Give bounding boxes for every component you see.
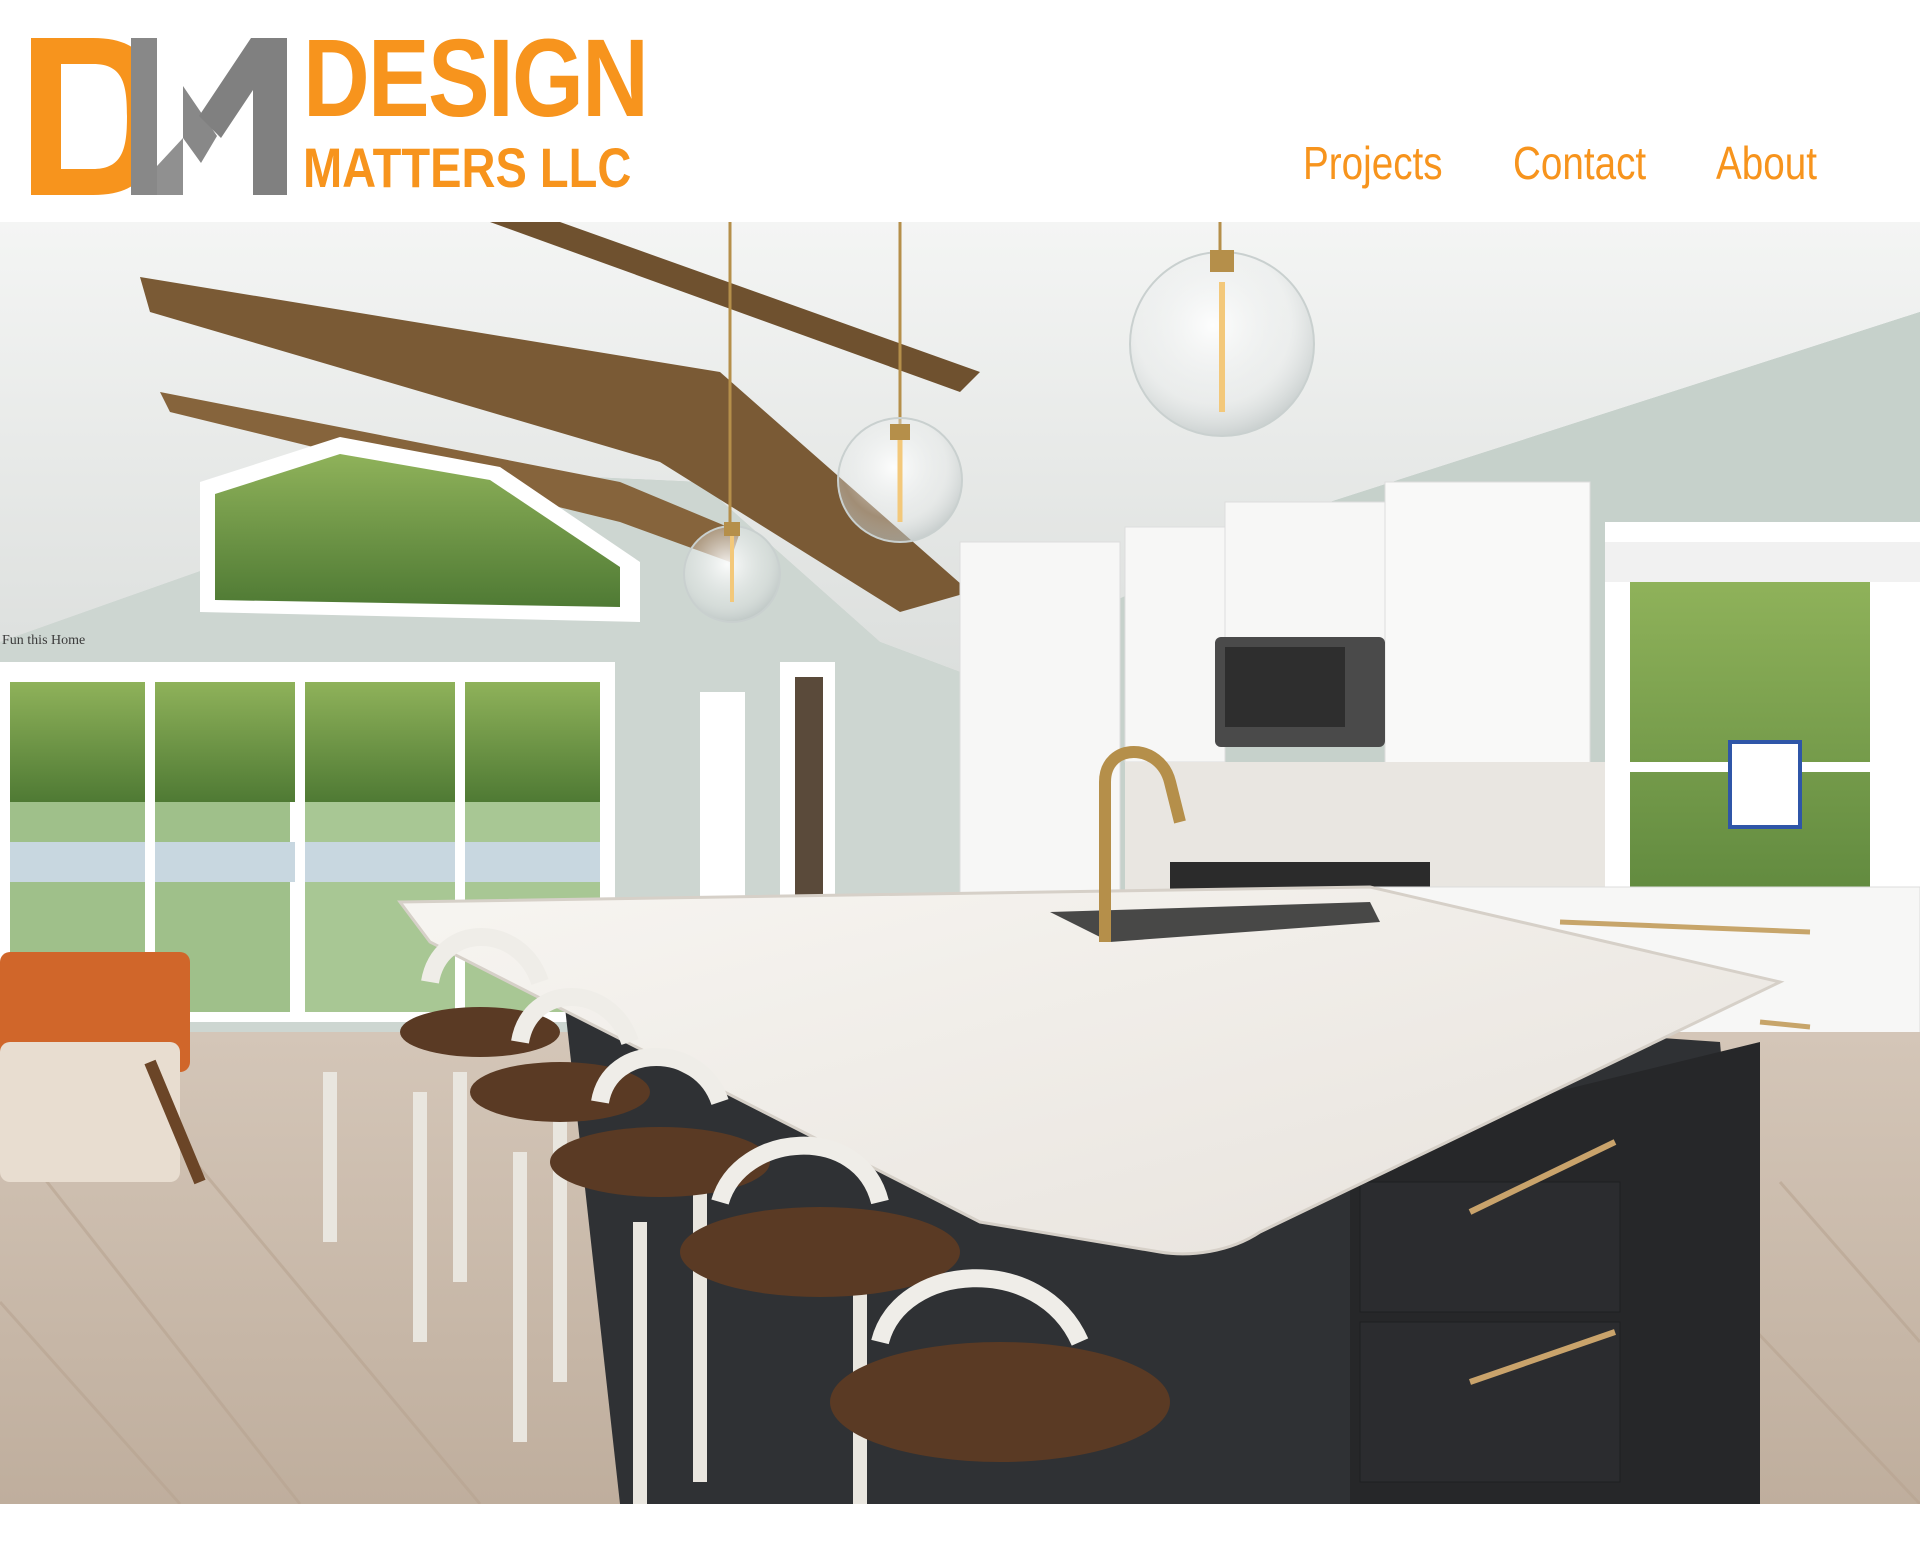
brand-name-line1: DESIGN — [303, 17, 649, 140]
kitchen-photo: Fun this Home — [0, 222, 1920, 1504]
nav-contact[interactable]: Contact — [1513, 140, 1646, 186]
nav-about[interactable]: About — [1716, 140, 1817, 186]
site-header: DESIGN MATTERS LLC Projects Contact Abou… — [0, 0, 1920, 222]
brand-name-line2: MATTERS LLC — [303, 136, 632, 199]
logo-link[interactable]: DESIGN MATTERS LLC — [31, 24, 681, 199]
main-nav: Projects Contact About — [1303, 140, 1836, 186]
hero-image: Fun this Home — [0, 222, 1920, 1504]
wall-sign-text: Fun this Home — [2, 633, 85, 648]
nav-projects[interactable]: Projects — [1303, 140, 1443, 186]
dm-logo-icon — [31, 38, 287, 195]
page: DESIGN MATTERS LLC Projects Contact Abou… — [0, 0, 1920, 1560]
